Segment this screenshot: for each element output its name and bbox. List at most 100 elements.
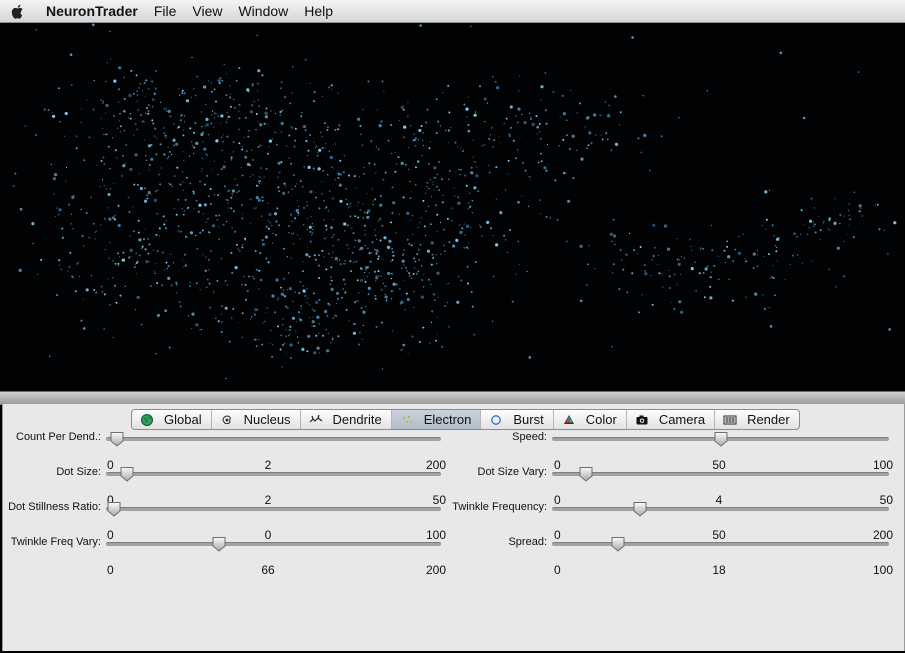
tab-render[interactable]: Render — [715, 410, 799, 429]
particle-dot — [254, 308, 258, 312]
particle-dot — [528, 356, 532, 359]
tab-dendrite[interactable]: Dendrite — [301, 410, 392, 429]
particle-dot — [324, 309, 328, 314]
particle-dot — [146, 194, 149, 197]
slider-min-value: 0 — [554, 528, 561, 542]
slider-max-value: 50 — [432, 493, 446, 507]
particle-dot — [476, 166, 478, 168]
particle-dot — [810, 197, 813, 200]
menu-help[interactable]: Help — [296, 3, 341, 19]
particle-dot — [360, 278, 364, 283]
particle-dot — [547, 164, 549, 166]
particle-dot — [504, 189, 507, 191]
particle-dot — [255, 345, 258, 348]
slider-thumb[interactable] — [632, 501, 648, 517]
particle-dot — [392, 201, 396, 205]
slider-thumb[interactable] — [119, 466, 135, 482]
particle-dot — [238, 249, 241, 252]
particle-dot — [261, 242, 265, 247]
particle-dot — [471, 305, 474, 308]
particle-dot — [280, 334, 283, 337]
particle-dot — [242, 244, 244, 246]
particle-dot — [650, 274, 652, 277]
particle-dot — [417, 270, 420, 273]
particle-dot — [238, 103, 241, 106]
slider-label: Count Per Dend.: — [16, 431, 101, 443]
slider-track[interactable] — [106, 542, 441, 546]
particle-dot — [285, 329, 287, 331]
menu-file[interactable]: File — [146, 3, 185, 19]
slider-track[interactable] — [552, 542, 889, 546]
slider-thumb[interactable] — [610, 536, 626, 552]
slider-thumb[interactable] — [106, 501, 122, 517]
particle-dot — [530, 117, 532, 120]
particle-dot — [710, 224, 713, 226]
app-name[interactable]: NeuronTrader — [40, 3, 146, 19]
particle-dot — [447, 129, 450, 132]
particle-dot — [267, 152, 270, 155]
particle-dot — [318, 323, 320, 325]
particle-dot — [375, 252, 378, 255]
tab-nucleus[interactable]: Nucleus — [212, 410, 301, 429]
menu-window[interactable]: Window — [230, 3, 296, 19]
slider-thumb[interactable] — [578, 466, 594, 482]
slider-track[interactable] — [552, 472, 889, 476]
particle-dot — [243, 136, 245, 139]
apple-icon[interactable] — [10, 3, 26, 19]
particle-dot — [51, 111, 53, 113]
slider-label: Dot Stillness Ratio: — [8, 501, 101, 513]
tab-burst[interactable]: Burst — [481, 410, 554, 429]
tab-global[interactable]: Global — [132, 410, 212, 429]
particle-dot — [726, 240, 729, 243]
slider-max-value: 100 — [425, 528, 446, 542]
slider-thumb[interactable] — [713, 431, 729, 447]
particle-dot — [309, 134, 312, 136]
particle-dot — [539, 199, 541, 201]
particle-dot — [175, 142, 179, 146]
particle-dot — [509, 229, 512, 231]
particle-dot — [258, 182, 260, 185]
menu-view[interactable]: View — [184, 3, 230, 19]
particle-dot — [152, 98, 155, 101]
particle-dot — [227, 190, 230, 192]
slider-label: Twinkle Freq Vary: — [10, 536, 101, 548]
particle-dot — [176, 292, 178, 294]
slider-track[interactable] — [552, 507, 889, 511]
split-view-divider[interactable] — [0, 391, 905, 405]
slider-track[interactable] — [106, 437, 441, 441]
particle-dot — [72, 276, 75, 279]
particle-dot — [201, 168, 203, 170]
particle-dot — [306, 246, 309, 248]
slider-track[interactable] — [106, 507, 441, 511]
particle-dot — [540, 152, 542, 155]
slider-thumb[interactable] — [109, 431, 125, 447]
particle-dot — [138, 238, 142, 242]
particle-dot — [244, 283, 247, 286]
particle-dot — [166, 267, 168, 270]
tab-electron[interactable]: Electron — [391, 410, 482, 429]
particle-dot — [249, 198, 252, 201]
slider-track[interactable] — [106, 472, 441, 476]
particle-dot — [374, 297, 377, 300]
particle-dot — [135, 74, 138, 77]
particle-dot — [467, 124, 470, 126]
particle-dot — [220, 258, 223, 260]
particle-dot — [153, 198, 157, 202]
particle-dot — [414, 144, 417, 147]
particle-dot — [346, 203, 349, 206]
slider-thumb[interactable] — [211, 536, 227, 552]
particle-dot — [428, 205, 430, 207]
particle-dot — [90, 196, 92, 198]
render-viewport[interactable] — [2, 23, 903, 391]
particle-dot — [215, 139, 219, 143]
particle-dot — [217, 79, 221, 83]
particle-dot — [107, 257, 110, 260]
particle-dot — [706, 90, 708, 92]
particle-dot — [201, 229, 204, 232]
particle-dot — [280, 286, 283, 289]
particle-dot — [369, 260, 372, 263]
particle-dot — [297, 336, 299, 338]
tab-camera[interactable]: Camera — [627, 410, 716, 429]
tab-color[interactable]: Color — [554, 410, 627, 429]
particle-dot — [365, 269, 367, 271]
